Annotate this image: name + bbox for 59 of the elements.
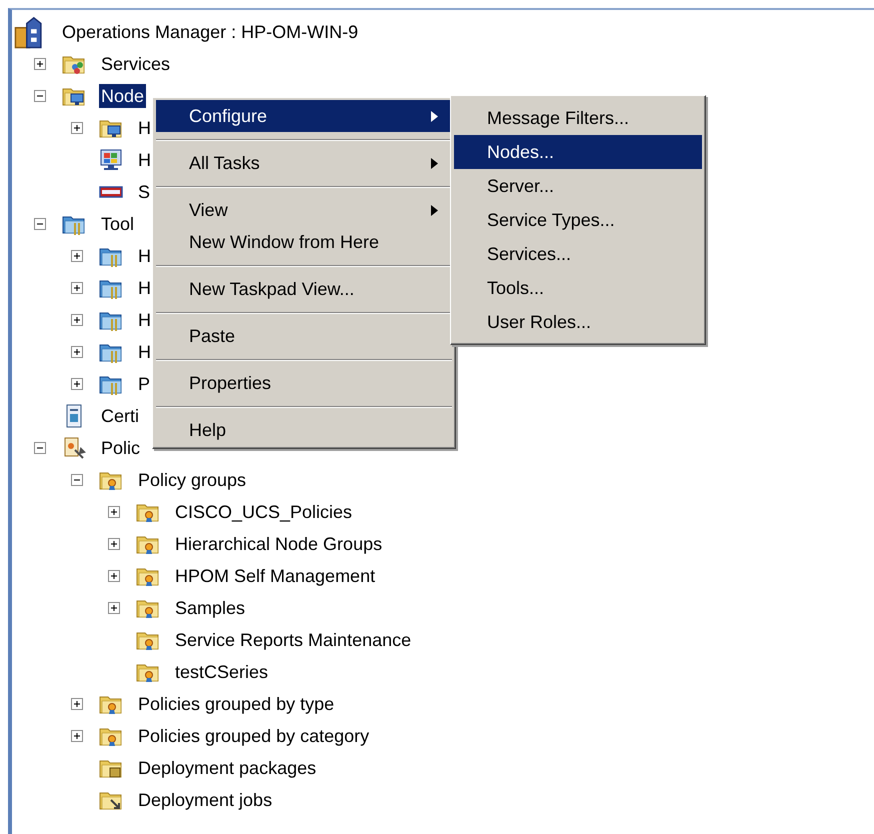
expand-toggle[interactable] [34, 90, 46, 102]
expand-toggle[interactable] [71, 250, 83, 262]
expand-toggle[interactable] [71, 378, 83, 390]
monitor-icon [99, 148, 123, 172]
menu-item[interactable]: Nodes... [454, 135, 702, 169]
tree-item[interactable]: Certi [99, 404, 142, 428]
expand-toggle[interactable] [71, 314, 83, 326]
expand-toggle[interactable] [71, 474, 83, 486]
expand-toggle[interactable] [71, 698, 83, 710]
expand-toggle[interactable] [34, 442, 46, 454]
expand-toggle[interactable] [71, 730, 83, 742]
expand-toggle[interactable] [71, 282, 83, 294]
menu-item[interactable]: Service Types... [454, 203, 702, 237]
menu-item[interactable]: Properties [156, 367, 452, 399]
menu-item[interactable]: Help [156, 414, 452, 446]
menu-item[interactable]: User Roles... [454, 305, 702, 339]
menu-item[interactable]: Server... [454, 169, 702, 203]
expand-toggle[interactable] [108, 538, 120, 550]
tree-item[interactable]: Policies grouped by category [136, 724, 372, 748]
menu-item[interactable]: All Tasks [156, 147, 452, 179]
menu-item[interactable]: Configure [156, 100, 452, 132]
expand-toggle[interactable] [71, 122, 83, 134]
tree-item[interactable]: P [136, 372, 152, 396]
tree-item[interactable]: H [136, 340, 153, 364]
tree-item[interactable]: Node [99, 84, 146, 108]
tree-item[interactable]: Service Reports Maintenance [173, 628, 414, 652]
tree-item[interactable]: Policies grouped by type [136, 692, 336, 716]
tree-item[interactable]: Services [99, 52, 172, 76]
menu-item[interactable]: Paste [156, 320, 452, 352]
expand-toggle[interactable] [34, 58, 46, 70]
menu-item[interactable]: Services... [454, 237, 702, 271]
menu-item[interactable]: Message Filters... [454, 101, 702, 135]
tree-item[interactable]: testCSeries [173, 660, 270, 684]
tree-item[interactable]: Operations Manager : HP-OM-WIN-9 [60, 20, 360, 44]
tree-item[interactable]: H [136, 276, 153, 300]
tree-item[interactable]: H [136, 308, 153, 332]
tree-item[interactable]: Policy groups [136, 468, 248, 492]
tree-item[interactable]: H [136, 244, 153, 268]
expand-toggle[interactable] [34, 218, 46, 230]
tree-item[interactable]: S [136, 180, 152, 204]
tree-item[interactable]: Deployment packages [136, 756, 318, 780]
menu-item[interactable]: New Window from Here [156, 226, 452, 258]
tree-item[interactable]: HPOM Self Management [173, 564, 378, 588]
tree-item[interactable]: H [136, 116, 153, 140]
menu-item[interactable]: New Taskpad View... [156, 273, 452, 305]
tree-item[interactable]: CISCO_UCS_Policies [173, 500, 354, 524]
scroll-icon [62, 436, 86, 460]
tree-item[interactable]: H [136, 148, 153, 172]
tree-item[interactable]: Hierarchical Node Groups [173, 532, 384, 556]
expand-toggle[interactable] [71, 346, 83, 358]
tree-item[interactable]: Tool [99, 212, 136, 236]
tree-item[interactable]: Samples [173, 596, 248, 620]
tree-item[interactable]: Deployment jobs [136, 788, 274, 812]
expand-toggle[interactable] [108, 570, 120, 582]
menu-item[interactable]: View [156, 194, 452, 226]
expand-toggle[interactable] [108, 602, 120, 614]
expand-toggle[interactable] [108, 506, 120, 518]
menu-item[interactable]: Tools... [454, 271, 702, 305]
tree-item[interactable]: Polic [99, 436, 142, 460]
